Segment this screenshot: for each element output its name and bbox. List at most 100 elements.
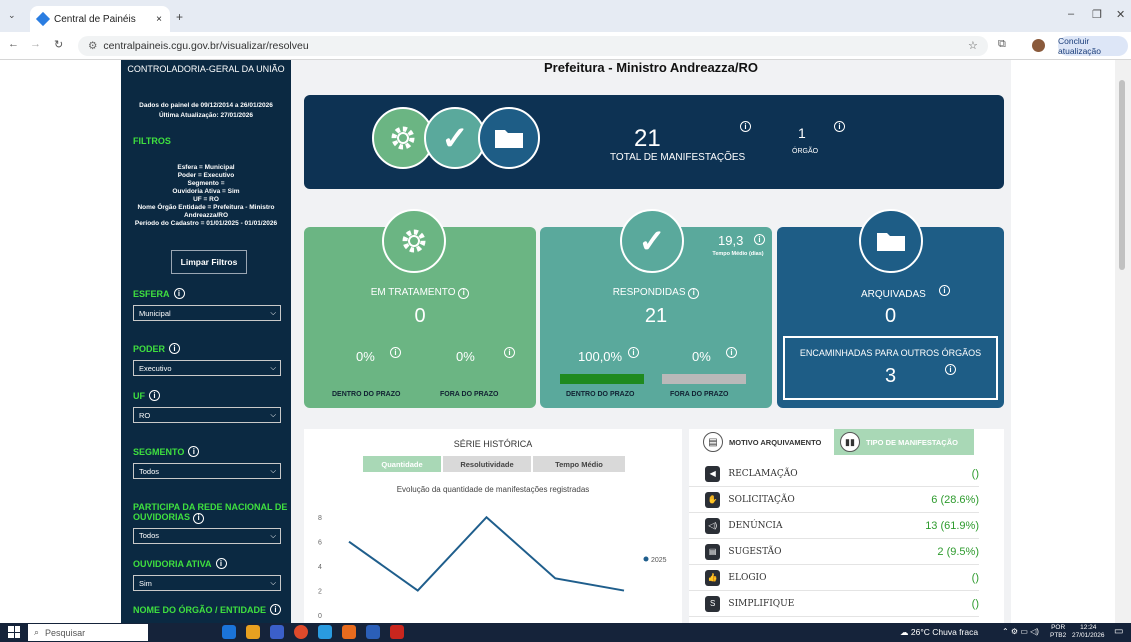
new-tab-icon[interactable]: + <box>176 10 183 24</box>
active-filter: Segmento = <box>187 180 225 187</box>
row-value: () <box>971 597 979 610</box>
info-icon[interactable]: i <box>726 347 737 358</box>
info-icon[interactable]: i <box>740 121 751 132</box>
tab-motivo-arquivamento[interactable]: ▤ MOTIVO ARQUIVAMENTO <box>689 429 834 455</box>
data-period: Dados do painel de 09/12/2014 a 26/01/20… <box>139 102 273 109</box>
chrome-app-icon[interactable] <box>294 625 308 639</box>
active-filter: Período do Cadastro = 01/01/2025 - 01/01… <box>134 220 278 227</box>
restore-icon[interactable]: ❐ <box>1092 8 1102 21</box>
weather-widget[interactable]: ☁ 26°C Chuva fraca <box>900 627 978 638</box>
manifest-tabs: ▤ MOTIVO ARQUIVAMENTO ▮▮ TIPO DE MANIFES… <box>689 429 1004 455</box>
clock[interactable]: 12:24 27/01/2026 <box>1072 624 1105 640</box>
message-icon: ▤ <box>705 543 721 560</box>
uf-select[interactable]: RO ⌵ <box>133 407 281 423</box>
ouvidoria-ativa-select[interactable]: Sim ⌵ <box>133 575 281 591</box>
close-window-icon[interactable]: ✕ <box>1116 8 1125 21</box>
tab-tipo-manifestacao[interactable]: ▮▮ TIPO DE MANIFESTAÇÃO <box>834 429 974 455</box>
megaphone-icon: ◀ <box>705 465 721 482</box>
tab-quantidade[interactable]: Quantidade <box>363 456 441 472</box>
update-button[interactable]: Concluir atualização <box>1058 36 1128 56</box>
reload-icon[interactable]: ↻ <box>54 38 63 51</box>
info-icon[interactable]: i <box>939 285 950 296</box>
filters-title: FILTROS <box>133 136 171 146</box>
page-scrollbar[interactable] <box>1115 60 1131 623</box>
app-icon[interactable] <box>318 625 332 639</box>
gear-icon-svg <box>402 229 426 253</box>
active-filters-list: Esfera = Municipal Poder = Executivo Seg… <box>121 164 291 228</box>
rede-nacional-select[interactable]: Todos ⌵ <box>133 527 281 544</box>
segmento-select[interactable]: Todos ⌵ <box>133 463 281 479</box>
filter-label: NOME DO ÓRGÃO / ENTIDADE <box>133 604 267 615</box>
firefox-app-icon[interactable] <box>342 625 356 639</box>
filter-sidebar: CONTROLADORIA-GERAL DA UNIÃO Dados do pa… <box>121 60 291 623</box>
clear-filters-button[interactable]: Limpar Filtros <box>171 250 247 274</box>
close-tab-icon[interactable]: × <box>156 14 162 25</box>
simplifique-icon: S <box>705 595 721 612</box>
edge-app-icon[interactable] <box>222 625 236 639</box>
system-tray-icons[interactable]: ⌃ ⚙ ▭ ◁) <box>1002 627 1039 636</box>
respondidas-card: ✓ 19,3 i Tempo Médio (dias) RESPONDIDAS … <box>540 209 772 408</box>
gear-icon <box>382 209 446 273</box>
info-icon[interactable]: i <box>270 604 282 615</box>
site-favicon-icon <box>35 11 51 27</box>
tab-resolutividade[interactable]: Resolutividade <box>443 456 531 472</box>
info-icon[interactable]: i <box>945 364 956 375</box>
row-label: SIMPLIFIQUE <box>728 598 795 609</box>
filter-label: UF <box>133 390 145 401</box>
word-app-icon[interactable] <box>366 625 380 639</box>
manifestacao-panel: ▤ MOTIVO ARQUIVAMENTO ▮▮ TIPO DE MANIFES… <box>689 429 1004 623</box>
info-icon[interactable]: i <box>628 347 639 358</box>
manifest-row: ◁) DENÚNCIA 13 (61.9%) <box>689 513 979 539</box>
site-info-icon[interactable]: ⚙ <box>88 40 97 52</box>
tab-tempo-medio[interactable]: Tempo Médio <box>533 456 625 472</box>
back-icon[interactable]: ← <box>8 38 19 50</box>
serie-historica-panel: SÉRIE HISTÓRICA Quantidade Resolutividad… <box>304 429 682 623</box>
poder-select[interactable]: Executivo ⌵ <box>133 360 281 376</box>
row-value: () <box>971 571 979 584</box>
language-indicator[interactable]: POR PTB2 <box>1050 624 1066 640</box>
file-explorer-icon[interactable] <box>246 625 260 639</box>
store-app-icon[interactable] <box>270 625 284 639</box>
info-icon[interactable]: i <box>149 390 160 401</box>
respondidas-dentro-pct: 100,0% <box>578 349 623 364</box>
respondidas-fora-pct: 0% <box>692 349 711 364</box>
hand-icon: ✋ <box>705 491 721 508</box>
em-tratamento-label: EM TRATAMENTO <box>370 287 456 298</box>
select-value: Municipal <box>139 308 171 318</box>
weather-text: 26°C Chuva fraca <box>910 627 979 637</box>
scrollbar-thumb[interactable] <box>1119 80 1125 270</box>
browser-tab[interactable]: Central de Painéis × <box>30 6 170 32</box>
org-title: CONTROLADORIA-GERAL DA UNIÃO <box>127 64 285 74</box>
active-filter: Andreazza/RO <box>183 212 229 219</box>
info-icon[interactable]: i <box>390 347 401 358</box>
forward-icon[interactable]: → <box>30 38 41 50</box>
tempo-medio-label: Tempo Médio (dias) <box>712 251 764 257</box>
windows-start-icon[interactable] <box>8 626 20 638</box>
info-icon[interactable]: i <box>169 343 181 354</box>
info-icon[interactable]: i <box>188 446 200 457</box>
info-icon[interactable]: i <box>458 287 470 299</box>
info-icon[interactable]: i <box>215 558 227 569</box>
arquivadas-label: ARQUIVADAS <box>861 289 926 300</box>
profile-avatar[interactable] <box>1032 39 1045 52</box>
check-icon: ✓ <box>424 107 486 169</box>
filter-label: OUVIDORIA ATIVA <box>133 558 212 569</box>
pdf-app-icon[interactable] <box>390 625 404 639</box>
info-icon[interactable]: i <box>193 512 205 524</box>
respondidas-header: RESPONDIDAS i <box>540 287 772 299</box>
taskbar-search[interactable]: ⌕ Pesquisar <box>28 624 148 641</box>
info-icon[interactable]: i <box>504 347 515 358</box>
bookmark-star-icon[interactable]: ☆ <box>968 39 978 52</box>
info-icon[interactable]: i <box>688 287 700 299</box>
info-icon[interactable]: i <box>834 121 845 132</box>
manifest-row: ✋ SOLICITAÇÃO 6 (28.6%) <box>689 487 979 513</box>
extensions-icon[interactable]: ⧉ <box>998 38 1006 51</box>
info-icon[interactable]: i <box>173 288 185 299</box>
tab-list-icon[interactable]: ⌄ <box>8 10 16 21</box>
em-tratamento-card: EM TRATAMENTO i 0 0% i 0% i DENTRO DO PR… <box>304 209 536 408</box>
minimize-icon[interactable]: – <box>1068 8 1074 20</box>
esfera-select[interactable]: Municipal ⌵ <box>133 305 281 321</box>
url-field[interactable]: ⚙ centralpaineis.cgu.gov.br/visualizar/r… <box>78 36 988 56</box>
notification-icon[interactable]: ▭ <box>1114 626 1123 637</box>
info-icon[interactable]: i <box>754 234 765 245</box>
